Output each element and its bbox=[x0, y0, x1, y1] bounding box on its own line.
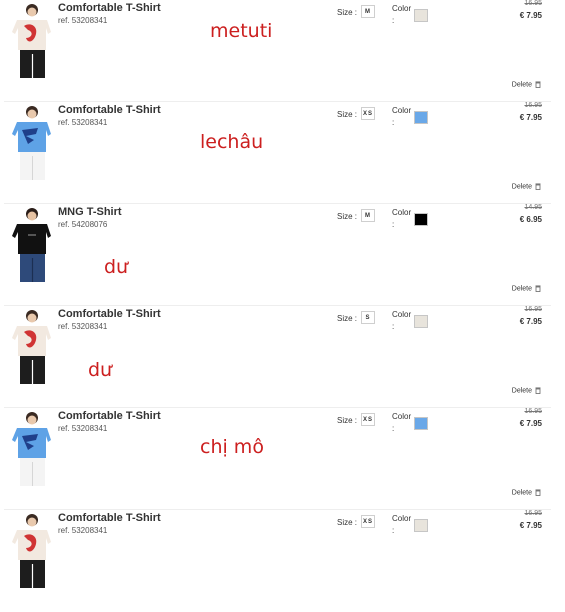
color-colon: : bbox=[392, 322, 395, 331]
delete-button[interactable]: Delete bbox=[512, 489, 541, 496]
delete-button[interactable]: Delete bbox=[512, 285, 541, 292]
color-label: Color bbox=[392, 106, 412, 115]
size-value: M bbox=[361, 5, 375, 18]
product-ref: ref. 54208076 bbox=[58, 220, 108, 229]
product-thumbnail[interactable] bbox=[8, 410, 52, 488]
color-label: Color bbox=[392, 208, 412, 217]
sale-price: € 7.95 bbox=[519, 419, 542, 428]
handwritten-note: dư bbox=[104, 256, 129, 278]
delete-button[interactable]: Delete bbox=[512, 387, 541, 394]
color-label: Color bbox=[392, 310, 412, 319]
size-label: Size : bbox=[337, 314, 358, 323]
size-label: Size : bbox=[337, 212, 358, 221]
handwritten-note: lechâu bbox=[200, 131, 264, 153]
delete-label: Delete bbox=[511, 387, 532, 395]
cart-item: Comfortable T-Shirt ref. 53208341 Size :… bbox=[0, 510, 565, 612]
product-ref: ref. 53208341 bbox=[58, 118, 108, 127]
product-ref: ref. 53208341 bbox=[58, 526, 108, 535]
color-swatch bbox=[414, 9, 428, 22]
sale-price: € 6.95 bbox=[519, 215, 542, 224]
product-name[interactable]: Comfortable T-Shirt bbox=[58, 2, 161, 14]
product-name[interactable]: Comfortable T-Shirt bbox=[58, 104, 161, 116]
cart-item: Comfortable T-Shirt ref. 53208341 chị mô… bbox=[0, 408, 565, 510]
original-price: 16.95 bbox=[524, 102, 542, 109]
size-value: XS bbox=[361, 413, 375, 426]
color-colon: : bbox=[392, 424, 395, 433]
original-price: 16.95 bbox=[524, 306, 542, 313]
cart-item: Comfortable T-Shirt ref. 53208341 lechâu… bbox=[0, 102, 565, 204]
size-label: Size : bbox=[337, 110, 358, 119]
product-name[interactable]: Comfortable T-Shirt bbox=[58, 512, 161, 524]
product-ref: ref. 53208341 bbox=[58, 322, 108, 331]
size-label: Size : bbox=[337, 518, 358, 527]
product-name[interactable]: Comfortable T-Shirt bbox=[58, 308, 161, 320]
color-swatch bbox=[414, 111, 428, 124]
size-label: Size : bbox=[337, 8, 358, 17]
original-price: 16.95 bbox=[524, 510, 542, 517]
original-price: 14.95 bbox=[524, 204, 542, 211]
product-thumbnail[interactable] bbox=[8, 2, 52, 80]
color-colon: : bbox=[392, 220, 395, 229]
color-swatch bbox=[414, 315, 428, 328]
delete-label: Delete bbox=[511, 183, 532, 191]
color-swatch bbox=[414, 213, 428, 226]
product-name[interactable]: MNG T-Shirt bbox=[58, 206, 122, 218]
color-colon: : bbox=[392, 526, 395, 535]
size-value: XS bbox=[361, 515, 375, 528]
trash-icon bbox=[535, 183, 541, 190]
cart-item: MNG T-Shirt ref. 54208076 dư Size : M Co… bbox=[0, 204, 565, 306]
sale-price: € 7.95 bbox=[519, 11, 542, 20]
size-value: XS bbox=[361, 107, 375, 120]
trash-icon bbox=[535, 489, 541, 496]
delete-button[interactable]: Delete bbox=[512, 81, 541, 88]
color-label: Color bbox=[392, 514, 412, 523]
size-value: S bbox=[361, 311, 375, 324]
cart-item: Comfortable T-Shirt ref. 53208341 metuti… bbox=[0, 0, 565, 102]
product-ref: ref. 53208341 bbox=[58, 424, 108, 433]
delete-label: Delete bbox=[511, 81, 532, 89]
delete-label: Delete bbox=[511, 489, 532, 497]
size-value: M bbox=[361, 209, 375, 222]
delete-button[interactable]: Delete bbox=[512, 183, 541, 190]
original-price: 16.95 bbox=[524, 408, 542, 415]
color-swatch bbox=[414, 519, 428, 532]
color-label: Color bbox=[392, 4, 412, 13]
cart-item: Comfortable T-Shirt ref. 53208341 dư Siz… bbox=[0, 306, 565, 408]
sale-price: € 7.95 bbox=[519, 521, 542, 530]
color-colon: : bbox=[392, 118, 395, 127]
trash-icon bbox=[535, 387, 541, 394]
color-label: Color bbox=[392, 412, 412, 421]
product-thumbnail[interactable] bbox=[8, 512, 52, 590]
handwritten-note: dư bbox=[88, 359, 113, 381]
delete-label: Delete bbox=[511, 285, 532, 293]
handwritten-note: metuti bbox=[210, 20, 273, 42]
handwritten-note: chị mô bbox=[200, 436, 264, 458]
product-name[interactable]: Comfortable T-Shirt bbox=[58, 410, 161, 422]
original-price: 16.95 bbox=[524, 0, 542, 7]
product-thumbnail[interactable] bbox=[8, 206, 52, 284]
product-thumbnail[interactable] bbox=[8, 104, 52, 182]
sale-price: € 7.95 bbox=[519, 317, 542, 326]
trash-icon bbox=[535, 285, 541, 292]
sale-price: € 7.95 bbox=[519, 113, 542, 122]
trash-icon bbox=[535, 81, 541, 88]
size-label: Size : bbox=[337, 416, 358, 425]
product-thumbnail[interactable] bbox=[8, 308, 52, 386]
color-colon: : bbox=[392, 16, 395, 25]
product-ref: ref. 53208341 bbox=[58, 16, 108, 25]
color-swatch bbox=[414, 417, 428, 430]
